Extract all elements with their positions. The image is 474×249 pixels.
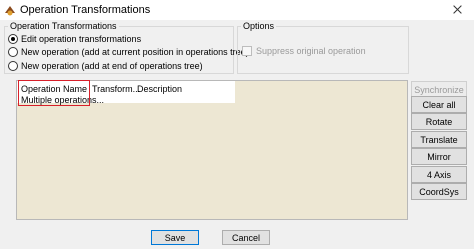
operations-table[interactable]: Operation Name Transform... Description …: [16, 80, 408, 220]
save-button[interactable]: Save: [151, 230, 199, 245]
radio-edit-transformations[interactable]: Edit operation transformations: [8, 34, 141, 44]
column-header-transform[interactable]: Transform...: [92, 84, 140, 94]
checkbox-icon[interactable]: [242, 46, 252, 56]
radio-icon[interactable]: [8, 34, 18, 44]
radio-icon[interactable]: [8, 61, 18, 71]
radio-new-at-end[interactable]: New operation (add at end of operations …: [8, 61, 203, 71]
window-title: Operation Transformations: [20, 4, 151, 16]
4-axis-button[interactable]: 4 Axis: [411, 166, 467, 183]
suppress-original-checkbox[interactable]: Suppress original operation: [242, 46, 366, 56]
radio-icon[interactable]: [8, 47, 18, 57]
translate-button[interactable]: Translate: [411, 131, 467, 148]
clear-all-button[interactable]: Clear all: [411, 96, 467, 113]
cancel-button[interactable]: Cancel: [222, 230, 270, 245]
table-grid: Operation Name Transform... Description …: [17, 80, 235, 106]
column-header-description[interactable]: Description: [137, 84, 182, 94]
coordsys-button[interactable]: CoordSys: [411, 183, 467, 200]
suppress-original-label: Suppress original operation: [256, 46, 366, 56]
operation-transformations-dialog: Operation Transformations Operation Tran…: [0, 0, 474, 249]
rotate-button[interactable]: Rotate: [411, 113, 467, 130]
app-icon: [5, 6, 15, 16]
options-group-label: Options: [241, 21, 277, 31]
close-icon[interactable]: [440, 0, 474, 20]
transform-mode-group-label: Operation Transformations: [8, 21, 119, 31]
radio-label: New operation (add at end of operations …: [21, 61, 203, 71]
mirror-button[interactable]: Mirror: [411, 148, 467, 165]
highlight-box: [18, 80, 90, 106]
title-bar[interactable]: Operation Transformations: [0, 0, 474, 20]
radio-new-at-current[interactable]: New operation (add at current position i…: [8, 47, 249, 57]
radio-label: Edit operation transformations: [21, 34, 142, 44]
radio-label: New operation (add at current position i…: [21, 47, 249, 57]
